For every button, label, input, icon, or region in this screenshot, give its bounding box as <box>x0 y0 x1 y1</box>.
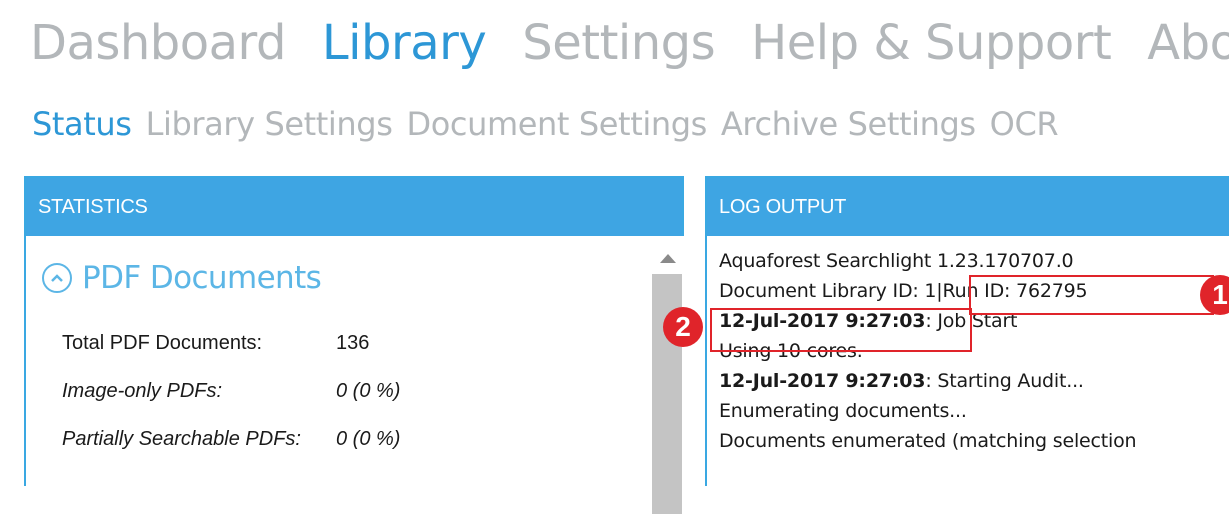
nav-library[interactable]: Library <box>322 15 487 71</box>
statistics-panel: STATISTICS PDF Documents Total PDF Docum… <box>24 176 684 514</box>
stat-value: 0 (0 %) <box>336 380 401 402</box>
log-line: 12-Jul-2017 9:27:03: Starting Audit... <box>719 366 1084 396</box>
statistics-header: STATISTICS <box>26 178 682 236</box>
stat-row-image-only: Image-only PDFs: 0 (0 %) <box>62 376 400 406</box>
tab-ocr[interactable]: OCR <box>990 105 1059 143</box>
log-text: Document Library ID: 1| <box>719 280 943 302</box>
annotation-badge-2: 2 <box>663 307 703 347</box>
log-line: Documents enumerated (matching selection <box>719 430 1137 452</box>
stat-row-total: Total PDF Documents: 136 <box>62 328 369 358</box>
log-line: Enumerating documents... <box>719 400 967 422</box>
stat-value: 136 <box>336 332 370 354</box>
log-output-header: LOG OUTPUT <box>707 178 1229 236</box>
stat-label: Total PDF Documents: <box>62 332 263 354</box>
pdf-documents-section-toggle[interactable]: PDF Documents <box>42 258 322 298</box>
stat-value: 0 (0 %) <box>336 428 401 450</box>
log-timestamp: 12-Jul-2017 9:27:03 <box>719 370 926 392</box>
chevron-up-circle-icon[interactable] <box>42 263 72 293</box>
stat-row-partially-searchable: Partially Searchable PDFs: 0 (0 %) <box>62 424 400 454</box>
nav-settings[interactable]: Settings <box>522 15 715 71</box>
scroll-up-arrow-icon[interactable] <box>660 254 676 263</box>
nav-dashboard[interactable]: Dashboard <box>30 15 286 71</box>
stat-label: Partially Searchable PDFs: <box>62 428 301 450</box>
tab-archive-settings[interactable]: Archive Settings <box>721 105 976 143</box>
pdf-documents-title: PDF Documents <box>82 260 322 296</box>
annotation-box-2 <box>710 308 972 352</box>
main-nav: Dashboard Library Settings Help & Support Ab… <box>30 12 1229 74</box>
tab-document-settings[interactable]: Document Settings <box>407 105 708 143</box>
nav-help-support[interactable]: Help & Support <box>751 15 1112 71</box>
stat-label: Image-only PDFs: <box>62 380 223 402</box>
annotation-box-1 <box>969 275 1214 315</box>
log-line: Aquaforest Searchlight 1.23.170707.0 <box>719 250 1074 272</box>
nav-about[interactable]: About <box>1147 15 1229 71</box>
statistics-scrollbar[interactable] <box>650 236 684 514</box>
log-text: : Starting Audit... <box>925 370 1084 392</box>
tab-library-settings[interactable]: Library Settings <box>146 105 393 143</box>
tab-status[interactable]: Status <box>32 105 132 143</box>
sub-nav: Status Library Settings Document Settings A… <box>32 100 1072 148</box>
